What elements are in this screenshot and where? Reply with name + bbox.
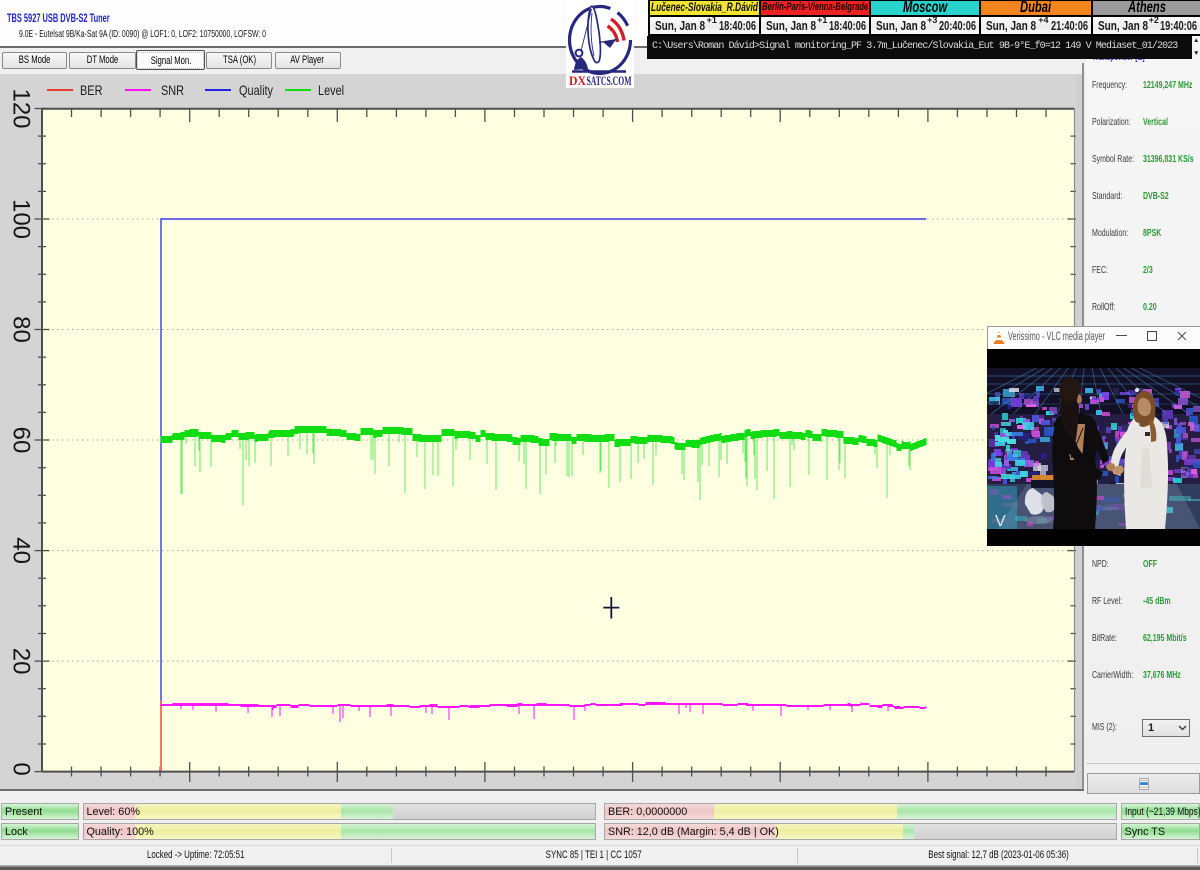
svg-text:100: 100 bbox=[8, 199, 35, 239]
svg-text:5: 5 bbox=[1180, 465, 1189, 482]
svg-text:20: 20 bbox=[8, 648, 35, 675]
svg-text:SATCS.COM: SATCS.COM bbox=[587, 74, 632, 88]
svg-text:80: 80 bbox=[8, 316, 35, 343]
svg-text:40: 40 bbox=[8, 537, 35, 564]
svg-text:120: 120 bbox=[8, 88, 35, 128]
svg-text:V: V bbox=[995, 513, 1006, 529]
svg-text:DX: DX bbox=[569, 74, 586, 88]
svg-text:60: 60 bbox=[8, 427, 35, 454]
svg-text:0: 0 bbox=[8, 762, 35, 775]
